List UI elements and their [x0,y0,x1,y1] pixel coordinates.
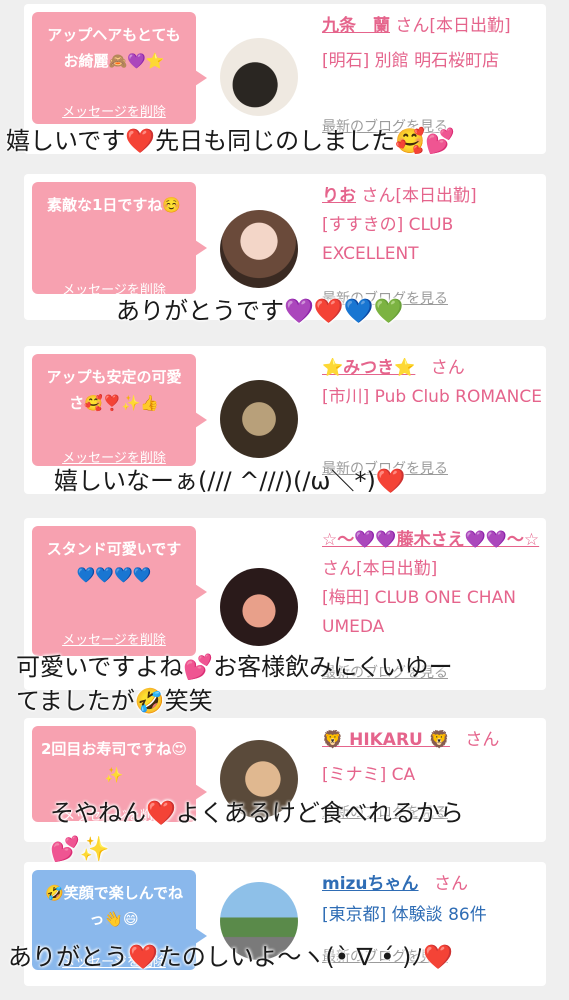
cast-status: さん [430,358,465,378]
cast-status: さん[本日出勤] [322,559,438,579]
cast-info: ⭐️みつき⭐️ さん [市川] Pub Club ROMANCE [322,354,542,412]
delete-message-link[interactable]: メッセージを削除 [32,100,196,126]
avatar[interactable] [220,380,298,458]
reply-caption: 嬉しいです❤️先日も同じのしました🥰💕 [6,127,455,155]
cast-status: さん[本日出勤] [395,16,511,36]
cast-name-link[interactable]: 九条 蘭 [322,16,390,36]
shop-name: [明石] 別館 明石桜町店 [322,51,500,71]
cast-info: りお さん[本日出勤] [すすきの] CLUB EXCELLENT [322,182,542,269]
reply-caption: 嬉しいなーぁ(/// ^///)(/ω＼*)❤️ [54,467,406,495]
message-text: スタンド可愛いです💙💙💙💙 [46,540,182,584]
message-text: 素敵な1日ですね☺️ [46,196,182,214]
reply-caption: ありがとうです💜❤️💙💚 [116,297,404,325]
avatar[interactable] [220,38,298,116]
shop-name: [ミナミ] CA [322,765,416,785]
shop-name: [市川] Pub Club ROMANCE [322,387,542,407]
avatar[interactable] [220,210,298,288]
message-text: アップも安定の可愛さ🥰❣️✨👍 [46,368,182,412]
message-bubble: アップヘアもとてもお綺麗🙈💜⭐️ メッセージを削除 [32,12,207,126]
shop-name: [東京都] 体験談 86件 [322,905,487,925]
cast-info: 🦁 HIKARU 🦁 さん [ミナミ] CA [322,726,542,790]
reply-caption: 💕✨ [50,835,110,863]
cast-status: さん [433,874,468,894]
cast-status: さん [465,730,500,750]
cast-name-link[interactable]: 🦁 HIKARU 🦁 [322,730,450,750]
message-bubble: 素敵な1日ですね☺️ メッセージを削除 [32,182,207,298]
reply-caption: てましたが🤣笑笑 [16,687,213,715]
cast-name-link[interactable]: ☆〜💜💜藤木さえ💜💜〜☆ [322,530,539,550]
shop-name: [梅田] CLUB ONE CHAN UMEDA [322,588,516,637]
reply-caption: 可愛いですよね💕お客様飲みにくいゆー [16,653,453,681]
cast-info: ☆〜💜💜藤木さえ💜💜〜☆ さん[本日出勤] [梅田] CLUB ONE CHAN… [322,526,542,642]
cast-name-link[interactable]: mizuちゃん [322,874,419,894]
avatar[interactable] [220,568,298,646]
message-text: 2回目お寿司ですね😍✨ [40,740,188,784]
shop-name: [すすきの] CLUB EXCELLENT [322,215,454,264]
cast-info: 九条 蘭 さん[本日出勤] [明石] 別館 明石桜町店 [322,12,542,76]
message-bubble: アップも安定の可愛さ🥰❣️✨👍 メッセージを削除 [32,354,207,466]
cast-name-link[interactable]: ⭐️みつき⭐️ [322,358,415,378]
message-text: 🤣笑顔で楽しんでねっ👋😄 [45,884,183,928]
message-text: アップヘアもとてもお綺麗🙈💜⭐️ [47,26,181,70]
message-bubble: スタンド可愛いです💙💙💙💙 メッセージを削除 [32,526,207,656]
cast-info: mizuちゃん さん [東京都] 体験談 86件 [322,870,542,930]
cast-status: さん[本日出勤] [361,186,477,206]
reply-caption: ありがとう❤️たのしいよ〜ヽ(•̀ ∇ •́ )ﾉ❤️ [8,943,454,971]
cast-name-link[interactable]: りお [322,186,356,206]
reply-caption: そやねん❤️よくあるけど食べれるから [50,799,464,827]
